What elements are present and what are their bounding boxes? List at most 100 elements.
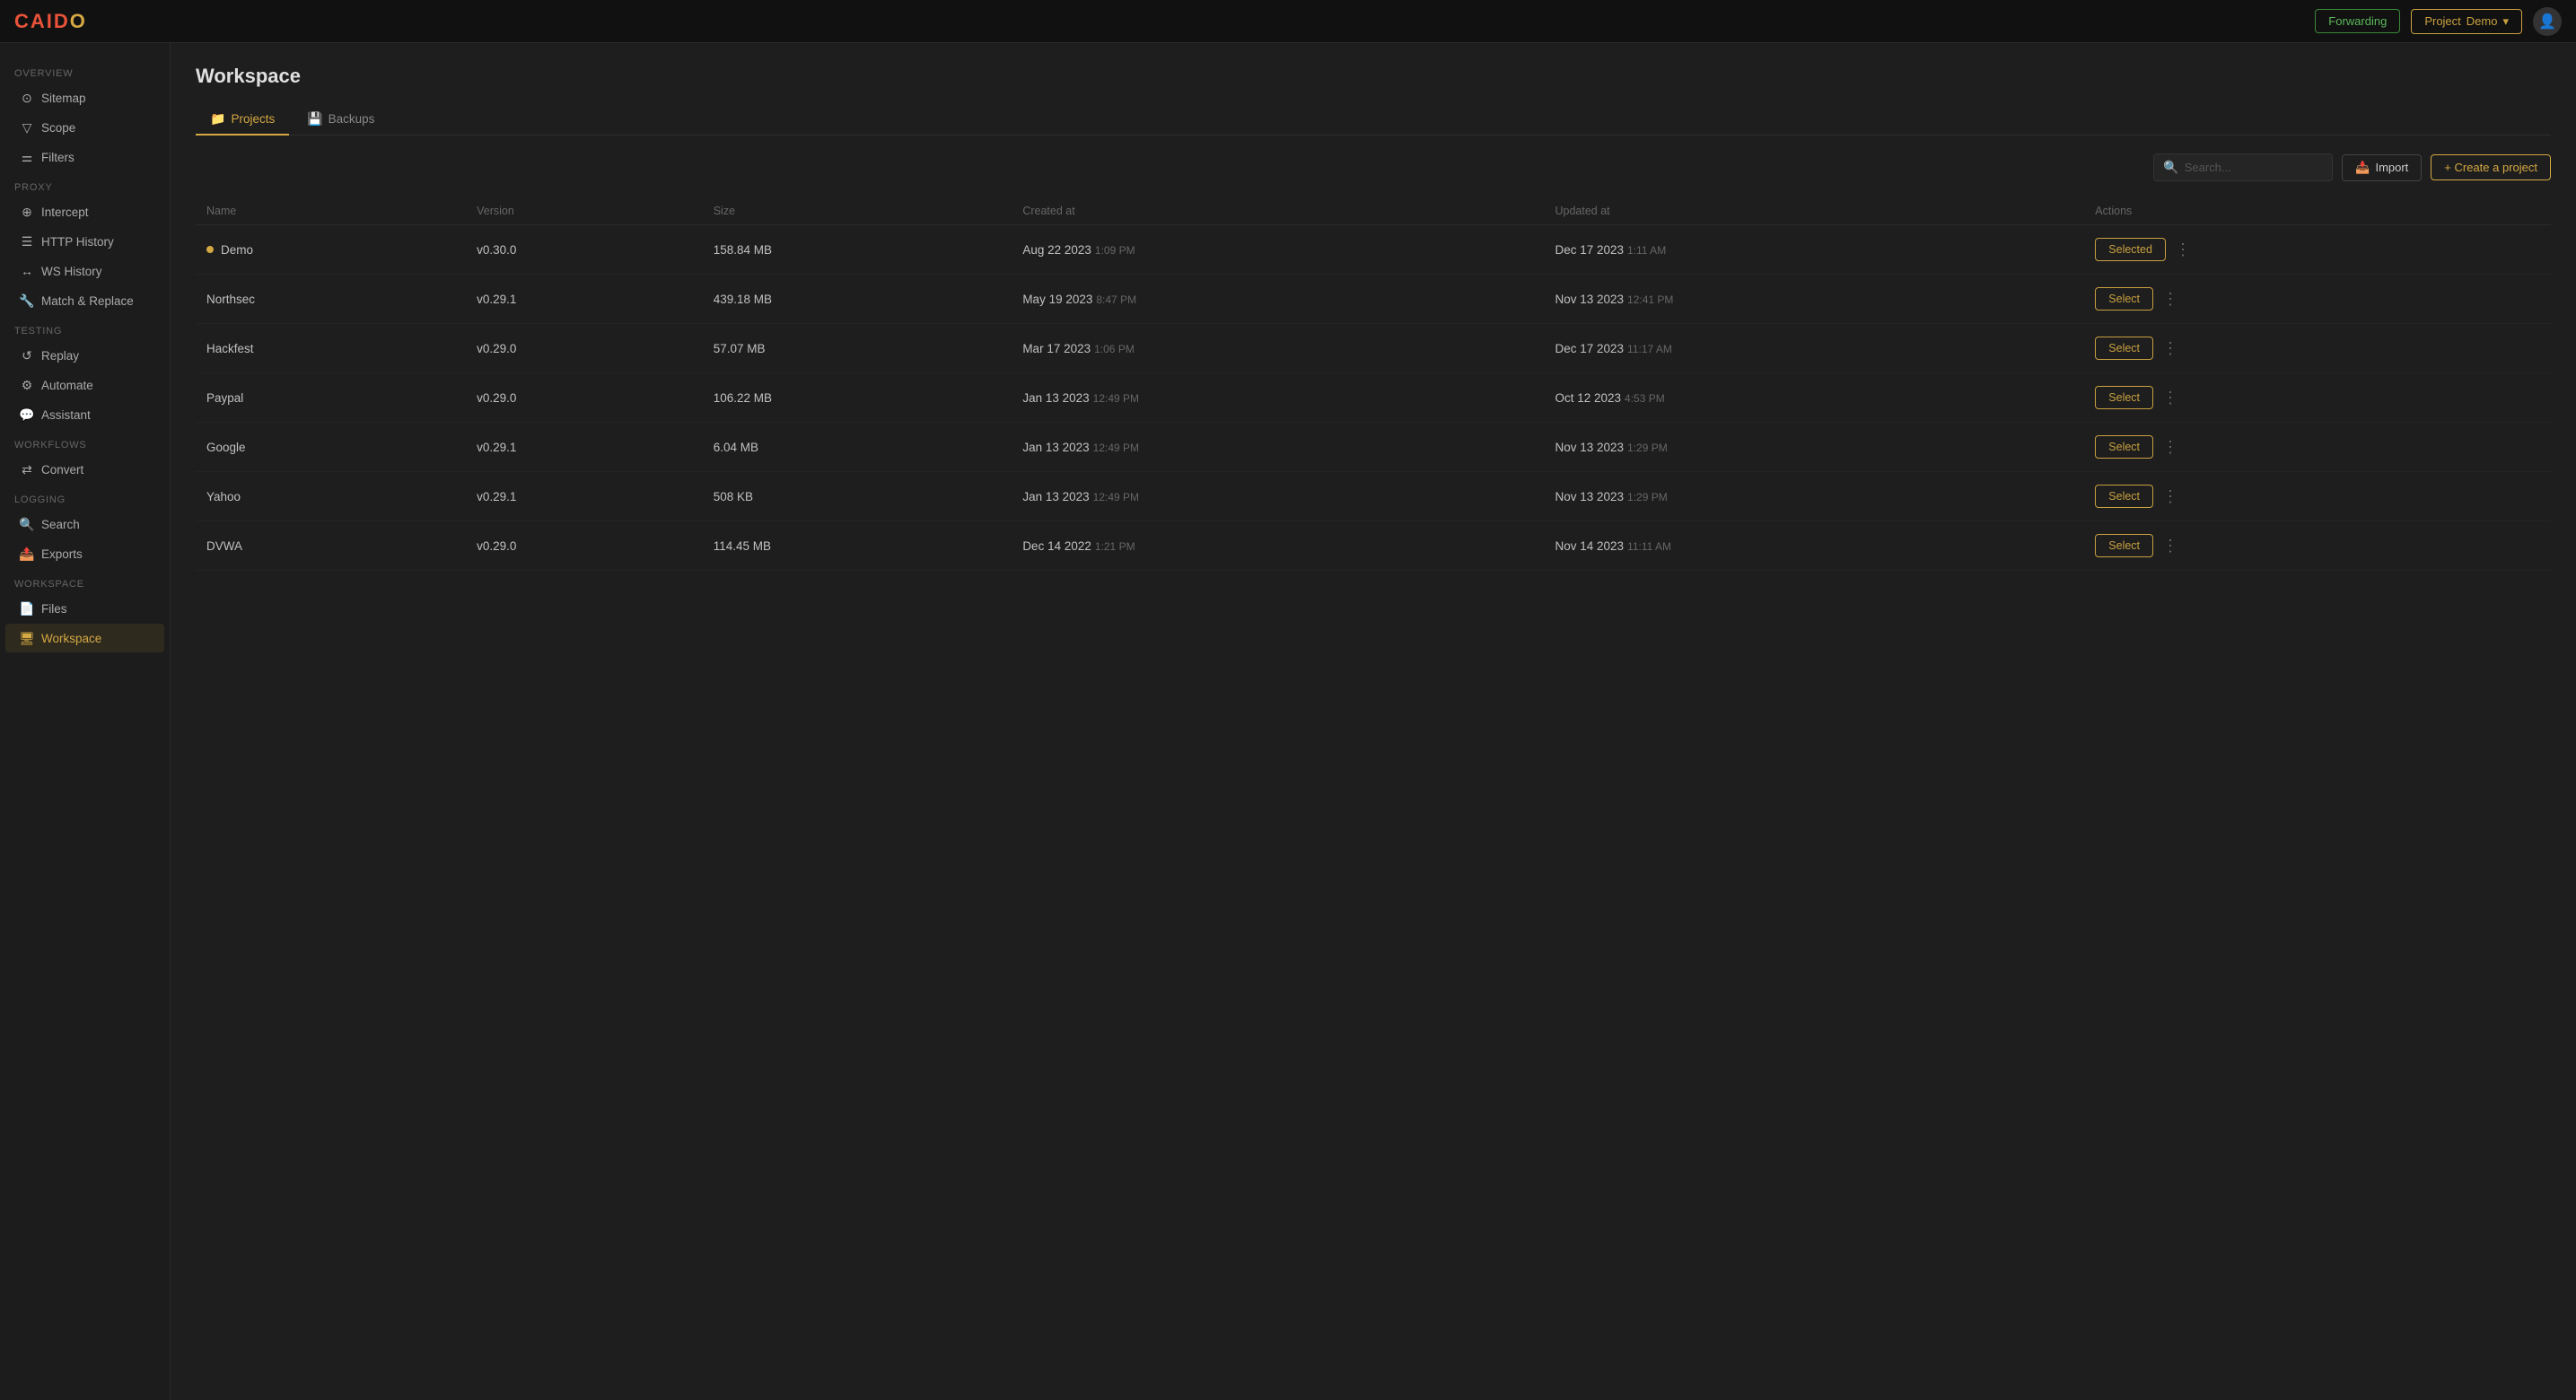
select-button[interactable]: Select [2095, 386, 2153, 409]
col-size: Size [703, 197, 1012, 225]
import-button[interactable]: 📥 Import [2342, 154, 2422, 181]
row-actions-5: Select ⋮ [2084, 472, 2551, 521]
tab-projects[interactable]: 📁 Projects [196, 104, 289, 136]
search-icon: 🔍 [2163, 160, 2178, 175]
select-button[interactable]: Select [2095, 534, 2153, 557]
select-button[interactable]: Select [2095, 435, 2153, 459]
row-version-2: v0.29.0 [466, 324, 703, 373]
sidebar-item-ws-history[interactable]: ↔ WS History [5, 257, 164, 285]
search-box[interactable]: 🔍 [2153, 153, 2333, 181]
sidebar-item-search[interactable]: 🔍 Search [5, 510, 164, 538]
more-options-button[interactable]: ⋮ [2159, 388, 2182, 407]
sidebar-item-label: Convert [41, 463, 83, 477]
row-updated-2: Dec 17 202311:17 AM [1544, 324, 2084, 373]
projects-tab-label: Projects [231, 112, 275, 126]
sidebar-item-label: Search [41, 518, 80, 531]
row-actions-0: Selected ⋮ [2084, 225, 2551, 275]
forwarding-button[interactable]: Forwarding [2315, 9, 2400, 33]
sidebar-item-sitemap[interactable]: ⊙ Sitemap [5, 83, 164, 112]
workspace-icon: 🖥 [20, 631, 34, 645]
table-row: Northsecv0.29.1439.18 MBMay 19 20238:47 … [196, 275, 2551, 324]
more-options-button[interactable]: ⋮ [2171, 240, 2195, 259]
backups-tab-icon: 💾 [307, 111, 322, 127]
sitemap-icon: ⊙ [20, 91, 34, 105]
create-project-button[interactable]: + Create a project [2431, 154, 2551, 180]
row-updated-4: Nov 13 20231:29 PM [1544, 423, 2084, 472]
select-button[interactable]: Select [2095, 287, 2153, 311]
match-replace-icon: 🔧 [20, 293, 34, 308]
automate-icon: ⚙ [20, 378, 34, 392]
row-size-1: 439.18 MB [703, 275, 1012, 324]
sidebar-section-overview: Overview [0, 61, 170, 83]
convert-icon: ⇄ [20, 462, 34, 477]
row-updated-5: Nov 13 20231:29 PM [1544, 472, 2084, 521]
more-options-button[interactable]: ⋮ [2159, 289, 2182, 309]
page-title: Workspace [196, 65, 2551, 88]
row-name-2: Hackfest [196, 324, 466, 373]
project-label: Project [2424, 14, 2460, 28]
sidebar-item-http-history[interactable]: ☰ HTTP History [5, 227, 164, 256]
exports-icon: 📤 [20, 547, 34, 561]
row-actions-1: Select ⋮ [2084, 275, 2551, 324]
projects-tab-icon: 📁 [210, 111, 225, 127]
http-history-icon: ☰ [20, 234, 34, 249]
avatar[interactable]: 👤 [2533, 7, 2562, 36]
projects-table: NameVersionSizeCreated atUpdated atActio… [196, 197, 2551, 571]
chevron-down-icon: ▾ [2502, 14, 2509, 29]
sidebar-section-testing: Testing [0, 319, 170, 340]
project-name-cell: Yahoo [206, 490, 241, 503]
sidebar-item-label: Exports [41, 547, 83, 561]
sidebar-item-replay[interactable]: ↺ Replay [5, 341, 164, 370]
sidebar-item-workspace[interactable]: 🖥 Workspace [5, 624, 164, 652]
search-input[interactable] [2185, 161, 2324, 174]
sidebar-item-convert[interactable]: ⇄ Convert [5, 455, 164, 484]
sidebar-item-intercept[interactable]: ⊕ Intercept [5, 197, 164, 226]
selected-button[interactable]: Selected [2095, 238, 2166, 261]
sidebar-item-label: Match & Replace [41, 294, 134, 308]
more-options-button[interactable]: ⋮ [2159, 437, 2182, 457]
sidebar-item-match-replace[interactable]: 🔧 Match & Replace [5, 286, 164, 315]
row-name-6: DVWA [196, 521, 466, 571]
logo: CAIDO [14, 10, 87, 33]
sidebar-item-label: HTTP History [41, 235, 114, 249]
row-name-0: Demo [196, 225, 466, 275]
toolbar: 🔍 📥 Import + Create a project [196, 153, 2551, 181]
tab-backups[interactable]: 💾 Backups [293, 104, 389, 136]
main-layout: Overview ⊙ Sitemap ▽ Scope ⚌ Filters Pro… [0, 43, 2576, 1400]
select-button[interactable]: Select [2095, 337, 2153, 360]
row-created-4: Jan 13 202312:49 PM [1012, 423, 1544, 472]
row-version-5: v0.29.1 [466, 472, 703, 521]
sidebar-item-exports[interactable]: 📤 Exports [5, 539, 164, 568]
more-options-button[interactable]: ⋮ [2159, 338, 2182, 358]
row-size-4: 6.04 MB [703, 423, 1012, 472]
select-button[interactable]: Select [2095, 485, 2153, 508]
sidebar-item-label: Scope [41, 121, 75, 135]
topbar: CAIDO Forwarding Project Demo ▾ 👤 [0, 0, 2576, 43]
files-icon: 📄 [20, 601, 34, 616]
sidebar-item-files[interactable]: 📄 Files [5, 594, 164, 623]
sidebar-item-label: Workspace [41, 632, 101, 645]
more-options-button[interactable]: ⋮ [2159, 486, 2182, 506]
row-size-6: 114.45 MB [703, 521, 1012, 571]
row-size-3: 106.22 MB [703, 373, 1012, 423]
more-options-button[interactable]: ⋮ [2159, 536, 2182, 556]
project-name-cell: DVWA [206, 539, 242, 553]
row-version-6: v0.29.0 [466, 521, 703, 571]
sidebar-item-label: Intercept [41, 206, 89, 219]
sidebar-item-filters[interactable]: ⚌ Filters [5, 143, 164, 171]
col-updated-at: Updated at [1544, 197, 2084, 225]
row-size-2: 57.07 MB [703, 324, 1012, 373]
sidebar-item-label: Assistant [41, 408, 91, 422]
sidebar: Overview ⊙ Sitemap ▽ Scope ⚌ Filters Pro… [0, 43, 171, 1400]
sidebar-item-scope[interactable]: ▽ Scope [5, 113, 164, 142]
row-size-0: 158.84 MB [703, 225, 1012, 275]
sidebar-item-automate[interactable]: ⚙ Automate [5, 371, 164, 399]
row-name-5: Yahoo [196, 472, 466, 521]
row-updated-1: Nov 13 202312:41 PM [1544, 275, 2084, 324]
sidebar-section-logging: Logging [0, 487, 170, 509]
row-updated-0: Dec 17 20231:11 AM [1544, 225, 2084, 275]
assistant-icon: 💬 [20, 407, 34, 422]
project-button[interactable]: Project Demo ▾ [2411, 9, 2522, 34]
sidebar-item-assistant[interactable]: 💬 Assistant [5, 400, 164, 429]
tabs: 📁 Projects 💾 Backups [196, 104, 2551, 136]
